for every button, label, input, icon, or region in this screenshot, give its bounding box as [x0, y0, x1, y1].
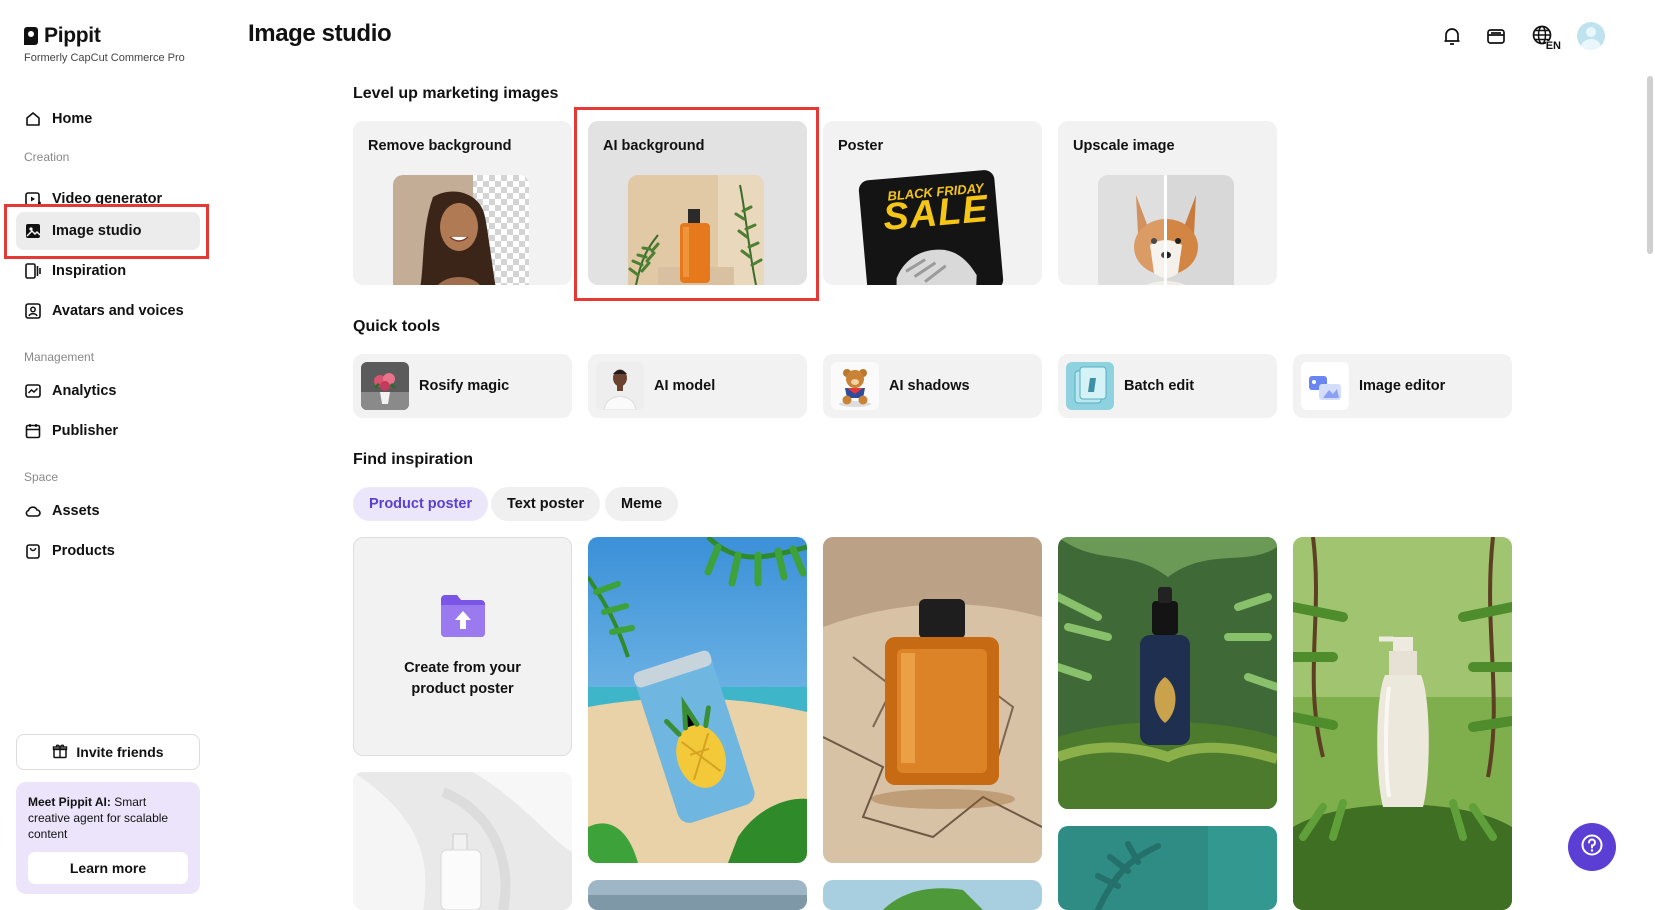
gallery-image-partial-2[interactable] [823, 880, 1042, 910]
quick-tool-label: Batch edit [1124, 378, 1195, 394]
highlight-box-sidebar [4, 204, 209, 259]
gift-icon [52, 743, 68, 762]
create-from-product-poster-card[interactable]: Create from your product poster [353, 537, 572, 756]
language-label: EN [1545, 40, 1561, 52]
section-management: Management [24, 350, 95, 364]
logo-icon [24, 27, 38, 45]
ai-model-thumbnail [596, 362, 644, 410]
quick-tool-label: AI shadows [889, 378, 970, 394]
logo-subtitle: Formerly CapCut Commerce Pro [24, 52, 185, 64]
card-label: Upscale image [1073, 138, 1175, 154]
remove-background-preview-image [393, 175, 529, 285]
invite-friends-button[interactable]: Invite friends [16, 734, 200, 770]
ai-shadows-thumbnail [831, 362, 879, 410]
sidebar-item-label: Publisher [52, 423, 119, 439]
gallery-image-serum-bottle[interactable] [1058, 537, 1277, 809]
chip-text-poster[interactable]: Text poster [491, 487, 601, 521]
quick-tool-label: Image editor [1359, 378, 1446, 394]
section-title-marketing: Level up marketing images [353, 85, 559, 102]
scrollbar[interactable] [1647, 76, 1653, 254]
cloud-icon [24, 502, 42, 520]
page-title: Image studio [248, 20, 392, 47]
upscale-preview-image [1098, 175, 1234, 285]
calendar-icon [24, 422, 42, 440]
sidebar: Pippit Formerly CapCut Commerce Pro Home… [0, 0, 212, 910]
promo-text: Meet Pippit AI: Smart creative agent for… [28, 795, 169, 841]
chip-product-poster[interactable]: Product poster [353, 487, 489, 521]
card-label: Remove background [368, 138, 512, 154]
section-title-inspiration: Find inspiration [353, 451, 473, 468]
promo-card: Meet Pippit AI: Smart creative agent for… [16, 782, 200, 894]
folder-upload-icon [439, 593, 487, 644]
remove-background-card[interactable]: Remove background [353, 121, 572, 285]
bell-icon[interactable] [1439, 23, 1465, 49]
sidebar-item-label: Home [52, 111, 93, 127]
credits-icon[interactable] [1483, 23, 1509, 49]
analytics-icon [24, 382, 42, 400]
quick-tool-batch-edit[interactable]: Batch edit [1058, 354, 1277, 418]
rosify-thumbnail [361, 362, 409, 410]
chip-meme[interactable]: Meme [605, 487, 679, 521]
quick-tool-label: Rosify magic [419, 378, 510, 394]
highlight-box-ai-background [574, 107, 819, 301]
language-globe-icon[interactable]: EN [1527, 23, 1561, 52]
gallery-image-partial-1[interactable] [588, 880, 807, 910]
help-icon [1580, 833, 1604, 862]
quick-tool-rosify-magic[interactable]: Rosify magic [353, 354, 572, 418]
header-actions: EN [1439, 22, 1605, 52]
quick-tool-ai-model[interactable]: AI model [588, 354, 807, 418]
logo[interactable]: Pippit [24, 24, 101, 48]
invite-friends-label: Invite friends [76, 744, 164, 760]
sidebar-item-label: Products [52, 543, 115, 559]
create-from-product-poster-label: Create from your product poster [404, 660, 521, 697]
inspiration-icon [24, 262, 42, 280]
sidebar-item-avatars-and-voices[interactable]: Avatars and voices [16, 292, 200, 330]
gallery-image-white-bottle[interactable] [353, 772, 572, 910]
sidebar-item-label: Analytics [52, 383, 117, 399]
quick-tool-ai-shadows[interactable]: AI shadows [823, 354, 1042, 418]
avatar-voice-icon [24, 302, 42, 320]
section-space: Space [24, 470, 59, 484]
learn-more-button[interactable]: Learn more [28, 852, 188, 884]
batch-edit-thumbnail [1066, 362, 1114, 410]
sidebar-item-label: Avatars and voices [52, 303, 184, 319]
quick-tool-label: AI model [654, 378, 716, 394]
bag-icon [24, 542, 42, 560]
gallery-image-pump-bottle[interactable] [1293, 537, 1512, 910]
sidebar-item-publisher[interactable]: Publisher [16, 412, 200, 450]
gallery-image-teal-shadow[interactable] [1058, 826, 1277, 910]
app-root: Pippit Formerly CapCut Commerce Pro Home… [0, 0, 1655, 910]
section-creation: Creation [24, 150, 70, 164]
help-button[interactable] [1568, 823, 1616, 871]
upscale-image-card[interactable]: Upscale image [1058, 121, 1277, 285]
avatar[interactable] [1577, 22, 1605, 50]
sidebar-item-label: Assets [52, 503, 100, 519]
section-title-quick-tools: Quick tools [353, 318, 441, 335]
home-icon [24, 110, 42, 128]
logo-text: Pippit [44, 24, 101, 47]
quick-tool-image-editor[interactable]: Image editor [1293, 354, 1512, 418]
sidebar-item-home[interactable]: Home [16, 100, 200, 138]
gallery-image-perfume-bottle[interactable] [823, 537, 1042, 863]
sidebar-item-label: Inspiration [52, 263, 127, 279]
sidebar-item-analytics[interactable]: Analytics [16, 372, 200, 410]
card-label: Poster [838, 138, 884, 154]
sidebar-item-assets[interactable]: Assets [16, 492, 200, 530]
poster-card[interactable]: Poster BLACK FRIDAY SALE [823, 121, 1042, 285]
image-editor-thumbnail [1301, 362, 1349, 410]
sidebar-item-products[interactable]: Products [16, 532, 200, 570]
gallery-image-pineapple-can[interactable] [588, 537, 807, 863]
poster-preview-image: BLACK FRIDAY SALE [858, 169, 1004, 285]
